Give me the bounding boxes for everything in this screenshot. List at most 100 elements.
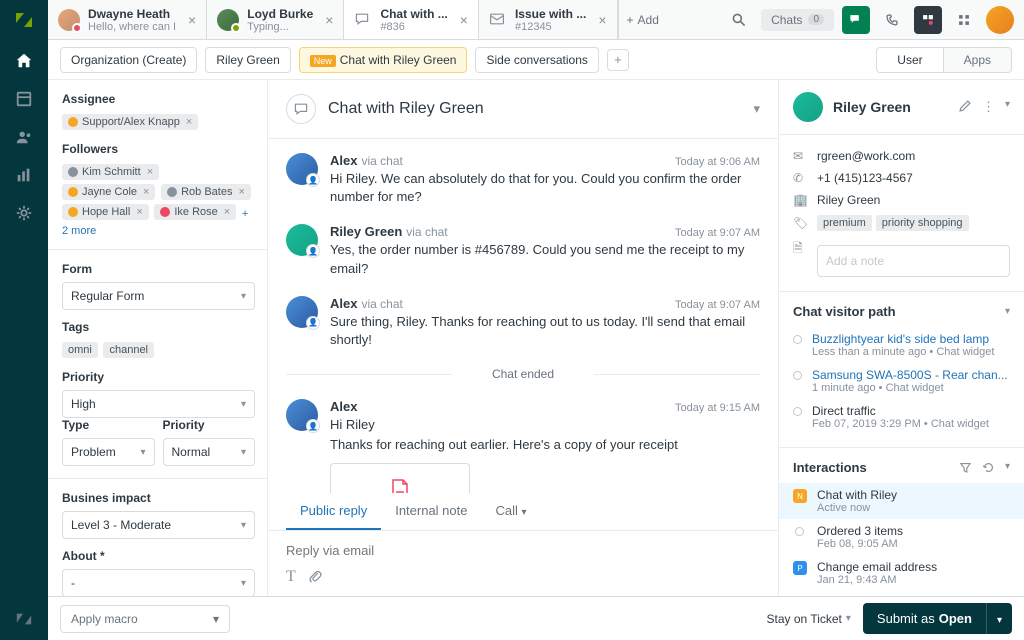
filter-icon[interactable] bbox=[959, 461, 972, 474]
ticket-fields-panel: Assignee Support/Alex Knapp× Followers K… bbox=[48, 80, 268, 596]
interaction-item[interactable]: PChange email addressJan 21, 9:43 AM bbox=[793, 555, 1010, 591]
chevron-down-icon: ▾ bbox=[241, 520, 246, 531]
path-item[interactable]: Samsung SWA-8500S - Rear chan...1 minute… bbox=[793, 363, 1010, 399]
tab-sub: Typing... bbox=[247, 21, 313, 33]
internal-note-tab[interactable]: Internal note bbox=[381, 493, 481, 530]
attach-icon[interactable] bbox=[308, 568, 322, 586]
path-item[interactable]: Direct trafficFeb 07, 2019 3:29 PM • Cha… bbox=[793, 399, 1010, 435]
stay-on-ticket[interactable]: Stay on Ticket▾ bbox=[767, 612, 851, 626]
interaction-title: Ordered 3 items bbox=[817, 524, 1010, 538]
tab-dwayne[interactable]: Dwayne HeathHello, where can I × bbox=[48, 0, 207, 39]
follower-pill[interactable]: Jayne Cole× bbox=[62, 184, 155, 200]
reporting-icon[interactable] bbox=[15, 166, 33, 184]
chevron-down-icon[interactable]: ▾ bbox=[753, 101, 760, 117]
add-tab-button[interactable]: + Add bbox=[618, 0, 667, 39]
status-dot-icon bbox=[795, 527, 804, 536]
tab-issue[interactable]: Issue with ...#12345 × bbox=[479, 0, 618, 39]
conversations-icon[interactable] bbox=[842, 6, 870, 34]
chevron-down-icon: ▾ bbox=[241, 447, 246, 458]
more-icon[interactable]: ⋮ bbox=[982, 99, 995, 115]
zendesk-icon[interactable] bbox=[15, 610, 33, 628]
toggle-apps[interactable]: Apps bbox=[943, 47, 1012, 73]
left-rail bbox=[0, 0, 48, 640]
submit-dropdown[interactable]: ▾ bbox=[986, 603, 1012, 634]
form-select[interactable]: Regular Form▾ bbox=[62, 282, 255, 310]
interaction-sub: Active now bbox=[817, 502, 1010, 514]
tag-pill[interactable]: omni bbox=[62, 342, 98, 358]
search-icon[interactable] bbox=[725, 6, 753, 34]
priority2-select[interactable]: Normal▾ bbox=[163, 438, 256, 466]
toggle-user[interactable]: User bbox=[876, 47, 942, 73]
add-subtab-button[interactable]: + bbox=[607, 49, 629, 71]
interaction-item[interactable]: Ordered 3 itemsFeb 08, 9:05 AM bbox=[793, 519, 1010, 555]
apps-icon[interactable] bbox=[950, 6, 978, 34]
tab-sub: Hello, where can I bbox=[88, 21, 176, 33]
contact-tag[interactable]: premium bbox=[817, 215, 872, 231]
chevron-down-icon[interactable]: ▾ bbox=[1005, 99, 1010, 115]
submit-button[interactable]: Submit as Open bbox=[863, 603, 986, 634]
admin-icon[interactable] bbox=[15, 204, 33, 222]
remove-icon[interactable]: × bbox=[224, 206, 230, 218]
contact-email[interactable]: rgreen@work.com bbox=[817, 149, 915, 163]
contact-phone[interactable]: +1 (415)123-4567 bbox=[817, 171, 913, 185]
follower-pill[interactable]: Ike Rose× bbox=[154, 204, 236, 220]
path-item[interactable]: Buzzlightyear kid's side bed lampLess th… bbox=[793, 327, 1010, 363]
timeline-dot-icon bbox=[793, 371, 802, 380]
conversation-header: Chat with Riley Green ▾ bbox=[268, 80, 778, 139]
subtab-side[interactable]: Side conversations bbox=[475, 47, 598, 73]
brand-logo[interactable] bbox=[12, 8, 36, 32]
close-icon[interactable]: × bbox=[325, 12, 333, 28]
close-icon[interactable]: × bbox=[598, 12, 606, 28]
chevron-down-icon[interactable]: ▾ bbox=[1005, 461, 1010, 474]
profile-avatar[interactable] bbox=[986, 6, 1014, 34]
chats-pill[interactable]: Chats0 bbox=[761, 9, 834, 31]
text-format-icon[interactable]: T bbox=[286, 568, 296, 586]
close-icon[interactable]: × bbox=[188, 12, 196, 28]
remove-icon[interactable]: × bbox=[143, 186, 149, 198]
type-select[interactable]: Problem▾ bbox=[62, 438, 155, 466]
tag-pill[interactable]: channel bbox=[103, 342, 154, 358]
phone-icon[interactable] bbox=[878, 6, 906, 34]
remove-icon[interactable]: × bbox=[147, 166, 153, 178]
public-reply-tab[interactable]: Public reply bbox=[286, 493, 381, 530]
biz-select[interactable]: Level 3 - Moderate▾ bbox=[62, 511, 255, 539]
status-dot-icon: N bbox=[793, 489, 807, 503]
reply-input[interactable] bbox=[286, 539, 760, 562]
contact-tag[interactable]: priority shopping bbox=[876, 215, 969, 231]
follower-pill[interactable]: Rob Bates× bbox=[161, 184, 251, 200]
priority-select[interactable]: High▾ bbox=[62, 390, 255, 418]
chevron-down-icon: ▾ bbox=[213, 612, 219, 626]
about-select[interactable]: -▾ bbox=[62, 569, 255, 596]
chevron-down-icon: ▾ bbox=[241, 578, 246, 589]
customers-icon[interactable] bbox=[15, 128, 33, 146]
home-icon[interactable] bbox=[15, 52, 33, 70]
macro-select[interactable]: Apply macro▾ bbox=[60, 605, 230, 633]
attachment[interactable]: Order #456789PDF bbox=[330, 463, 470, 494]
tab-title: Issue with ... bbox=[515, 7, 586, 21]
tab-loyd[interactable]: Loyd BurkeTyping... × bbox=[207, 0, 344, 39]
status-label: Open bbox=[939, 611, 972, 626]
call-tab[interactable]: Call ▾ bbox=[481, 493, 540, 530]
interaction-item[interactable]: NChat with RileyActive now bbox=[779, 483, 1024, 519]
views-icon[interactable] bbox=[15, 90, 33, 108]
remove-icon[interactable]: × bbox=[238, 186, 244, 198]
refresh-icon[interactable] bbox=[982, 461, 995, 474]
remove-icon[interactable]: × bbox=[136, 206, 142, 218]
timestamp: Today at 9:07 AM bbox=[675, 299, 760, 311]
notifications-icon[interactable] bbox=[914, 6, 942, 34]
contact-org[interactable]: Riley Green bbox=[817, 193, 880, 207]
remove-icon[interactable]: × bbox=[186, 116, 192, 128]
edit-icon[interactable] bbox=[958, 99, 972, 115]
phone-icon: ✆ bbox=[793, 171, 807, 185]
message-text: Hi Riley. We can absolutely do that for … bbox=[330, 170, 760, 206]
subtab-chat[interactable]: NewChat with Riley Green bbox=[299, 47, 468, 73]
subtab-org[interactable]: Organization (Create) bbox=[60, 47, 197, 73]
subtab-riley[interactable]: Riley Green bbox=[205, 47, 290, 73]
close-icon[interactable]: × bbox=[460, 12, 468, 28]
follower-pill[interactable]: Hope Hall× bbox=[62, 204, 149, 220]
assignee-pill[interactable]: Support/Alex Knapp× bbox=[62, 114, 198, 130]
chevron-down-icon[interactable]: ▾ bbox=[1005, 306, 1010, 317]
tab-chat[interactable]: Chat with ...#836 × bbox=[344, 0, 479, 39]
follower-pill[interactable]: Kim Schmitt× bbox=[62, 164, 159, 180]
note-input[interactable]: Add a note bbox=[817, 245, 1010, 277]
